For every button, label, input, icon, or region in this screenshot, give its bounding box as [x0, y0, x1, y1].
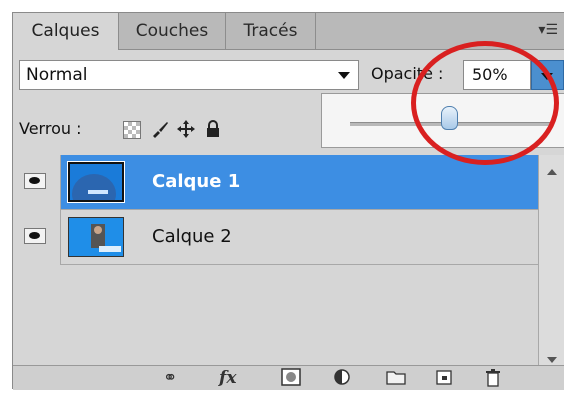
tab-couches[interactable]: Couches	[119, 13, 226, 49]
folder-icon[interactable]	[386, 368, 406, 388]
fx-icon[interactable]: fx	[219, 368, 236, 388]
scroll-down-icon[interactable]	[547, 357, 557, 363]
adjustment-icon[interactable]	[333, 368, 353, 388]
tab-calques[interactable]: Calques	[13, 13, 119, 50]
trash-icon[interactable]	[483, 368, 503, 388]
layers-list: Calque 1 Calque 2	[13, 155, 538, 377]
layer-thumbnail	[67, 161, 125, 203]
scroll-up-icon[interactable]	[547, 169, 557, 175]
link-icon[interactable]: ⚭	[163, 368, 177, 388]
lock-move-icon[interactable]	[176, 119, 196, 139]
layer-row-calque-2[interactable]: Calque 2	[13, 210, 538, 265]
visibility-toggle[interactable]	[13, 155, 61, 210]
tab-traces[interactable]: Tracés	[226, 13, 316, 49]
layer-row-calque-1[interactable]: Calque 1	[13, 155, 538, 210]
visibility-toggle[interactable]	[13, 210, 61, 265]
layer-name[interactable]: Calque 2	[152, 226, 232, 247]
lock-transparency-icon[interactable]	[123, 121, 141, 139]
lock-all-icon[interactable]	[203, 119, 223, 139]
lock-label: Verrou :	[19, 119, 82, 138]
new-layer-icon[interactable]	[434, 368, 454, 388]
eye-icon	[24, 173, 46, 189]
layer-name[interactable]: Calque 1	[152, 171, 240, 192]
eye-icon	[24, 228, 46, 244]
blend-mode-value: Normal	[26, 65, 88, 85]
panel-menu-icon[interactable]: ▾☰	[538, 22, 558, 38]
chevron-down-icon	[338, 72, 350, 79]
mask-icon[interactable]	[281, 368, 301, 388]
lock-paint-brush-icon[interactable]	[150, 119, 170, 139]
layers-panel: Calques Couches Tracés ▾☰ Normal Opacité…	[12, 12, 564, 390]
blend-mode-select[interactable]: Normal	[19, 60, 359, 90]
layers-scrollbar[interactable]	[538, 155, 564, 377]
red-annotation-circle	[411, 41, 559, 165]
panel-footer: ⚭ fx	[13, 365, 564, 390]
layer-thumbnail	[68, 217, 124, 257]
